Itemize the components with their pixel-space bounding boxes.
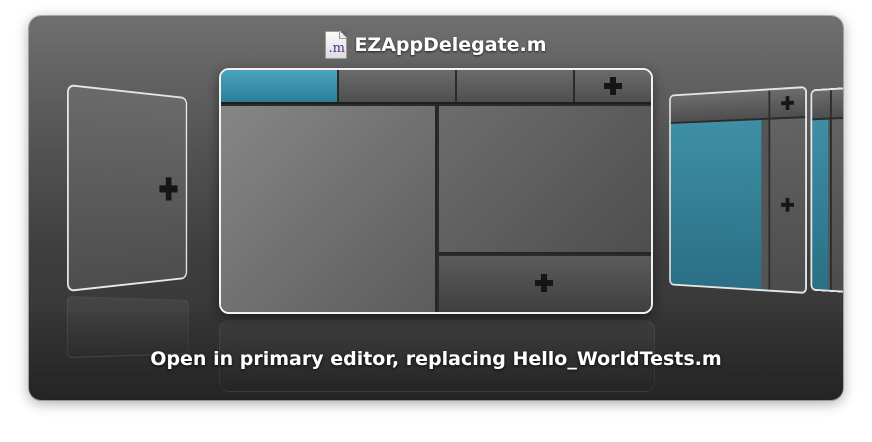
plus-icon bbox=[781, 198, 794, 212]
editor-tab-bar bbox=[221, 70, 651, 104]
tab-editor-2[interactable] bbox=[339, 70, 457, 102]
file-icon-extension: .m bbox=[328, 41, 345, 56]
plus-icon bbox=[535, 274, 553, 292]
add-assistant-pane[interactable] bbox=[768, 118, 806, 292]
editor-destination-chooser: .m EZAppDelegate.m Open in primary edito… bbox=[29, 16, 843, 400]
destination-header: .m EZAppDelegate.m bbox=[29, 30, 843, 60]
primary-editor-pane[interactable] bbox=[221, 106, 437, 312]
add-tab-button[interactable] bbox=[768, 88, 806, 118]
new-editor-card-right[interactable] bbox=[669, 86, 807, 294]
assistant-editor-pane[interactable] bbox=[439, 106, 651, 254]
add-tab-button[interactable] bbox=[575, 70, 651, 102]
new-editor-card-left[interactable] bbox=[67, 84, 188, 292]
plus-icon bbox=[604, 77, 622, 95]
primary-pane-highlight bbox=[670, 119, 762, 290]
plus-icon bbox=[781, 96, 794, 111]
file-name: EZAppDelegate.m bbox=[354, 34, 547, 56]
primary-pane-highlight bbox=[812, 119, 829, 290]
new-editor-card-far-right[interactable] bbox=[810, 86, 843, 294]
tab-editor-3[interactable] bbox=[457, 70, 575, 102]
add-editor-pane[interactable] bbox=[439, 256, 651, 312]
add-tab-button[interactable] bbox=[830, 87, 843, 118]
action-description: Open in primary editor, replacing Hello_… bbox=[150, 348, 722, 370]
add-editor-icon[interactable] bbox=[159, 177, 177, 200]
primary-editor-card[interactable] bbox=[219, 68, 653, 314]
add-assistant-pane[interactable] bbox=[830, 117, 843, 293]
file-icon: .m bbox=[325, 31, 348, 59]
tab-primary-editor[interactable] bbox=[221, 70, 339, 102]
card-tab-bar bbox=[812, 87, 843, 121]
